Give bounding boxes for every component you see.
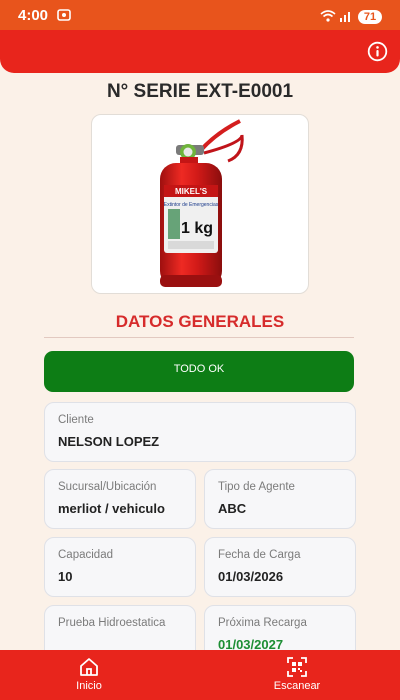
section-title: DATOS GENERALES: [115, 312, 285, 331]
field-value: 10: [58, 569, 73, 584]
status-time: 4:00: [18, 7, 49, 24]
field-cliente: Cliente NELSON LOPEZ: [44, 402, 356, 462]
fire-extinguisher-image: MIKEL'S Extintor de Emergencias 1 kg: [160, 119, 244, 287]
field-capacidad: Capacidad 10: [44, 537, 196, 597]
field-fecha-carga: Fecha de Carga 01/03/2026: [204, 537, 356, 597]
section-divider: [44, 337, 354, 338]
nav-label: Inicio: [76, 680, 102, 692]
app-header: [0, 30, 400, 73]
field-label: Sucursal/Ubicación: [58, 481, 157, 493]
nav-inicio[interactable]: Inicio: [29, 650, 149, 700]
field-value: merliot / vehiculo: [58, 501, 165, 516]
field-label: Fecha de Carga: [218, 549, 301, 561]
signal-icon: [340, 12, 350, 22]
bottom-nav: Inicio Escanear: [0, 650, 400, 700]
info-circle-icon[interactable]: [367, 41, 388, 62]
field-tipo-agente: Tipo de Agente ABC: [204, 469, 356, 529]
qr-scan-icon: [287, 657, 307, 677]
page-title: N° SERIE EXT-E0001: [106, 81, 294, 102]
field-label: Tipo de Agente: [218, 481, 295, 493]
product-image-card: MIKEL'S Extintor de Emergencias 1 kg: [91, 114, 309, 294]
wifi-icon: [320, 10, 336, 22]
field-value: 01/03/2026: [218, 569, 284, 584]
field-sucursal: Sucursal/Ubicación merliot / vehiculo: [44, 469, 196, 529]
product-capacity-text: 1 kg: [181, 220, 213, 237]
status-ok-button[interactable]: TODO OK: [44, 351, 354, 392]
field-label: Próxima Recarga: [218, 617, 307, 629]
field-value: ABC: [218, 501, 247, 516]
product-brand-label: MIKEL'S: [175, 187, 208, 196]
field-label: Prueba Hidroestatica: [58, 617, 166, 629]
home-icon: [80, 658, 98, 676]
field-value: NELSON LOPEZ: [58, 434, 160, 449]
nav-label: Escanear: [273, 680, 321, 692]
product-label-line: Extintor de Emergencias: [164, 202, 219, 208]
field-label: Cliente: [58, 414, 94, 426]
battery-indicator: 71: [358, 10, 382, 24]
nav-escanear[interactable]: Escanear: [237, 650, 357, 700]
status-bar: 4:00 71: [0, 0, 400, 30]
screen-record-icon: [57, 9, 71, 21]
field-label: Capacidad: [58, 549, 113, 561]
